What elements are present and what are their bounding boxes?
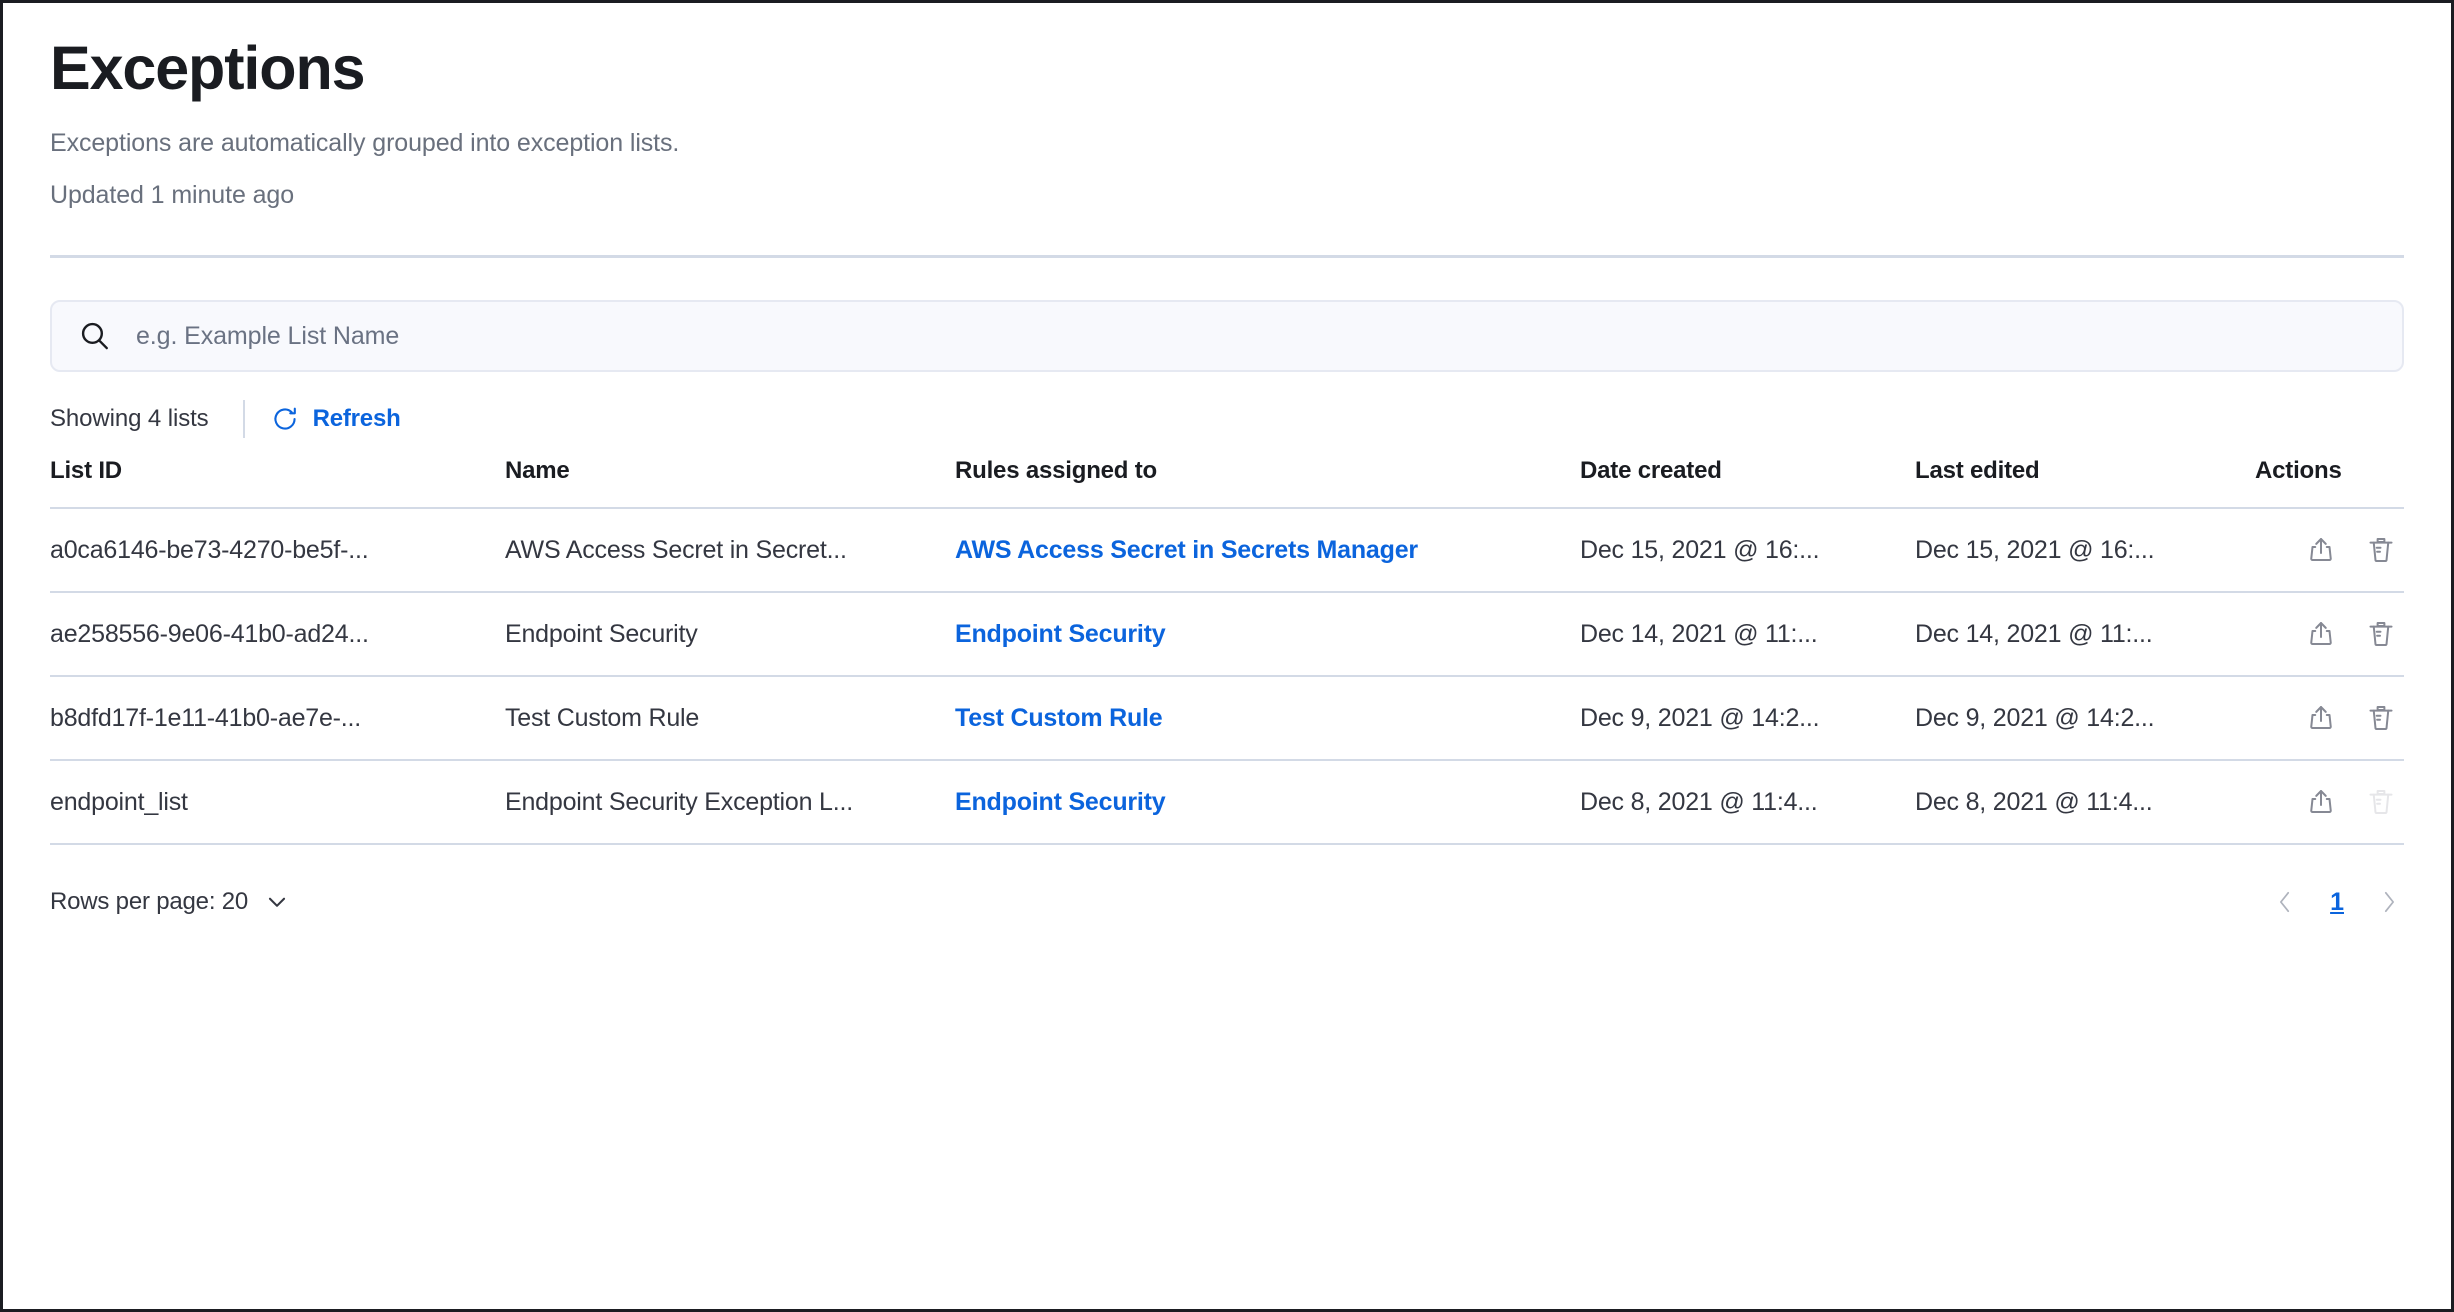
cell-last-edited: Dec 14, 2021 @ 11:... (1915, 592, 2255, 677)
table-header-row: List ID Name Rules assigned to Date crea… (50, 457, 2404, 509)
search-box[interactable] (50, 300, 2404, 372)
refresh-button[interactable]: Refresh (271, 405, 401, 433)
exceptions-table-wrap: List ID Name Rules assigned to Date crea… (50, 457, 2404, 845)
cell-actions (2255, 760, 2404, 845)
cell-actions (2255, 592, 2404, 677)
chevron-right-icon[interactable] (2374, 887, 2404, 917)
pagination-page-1[interactable]: 1 (2324, 888, 2350, 917)
table-row: a0ca6146-be73-4270-be5f-... AWS Access S… (50, 508, 2404, 593)
table-toolbar: Showing 4 lists Refresh (50, 399, 2404, 439)
exceptions-table: List ID Name Rules assigned to Date crea… (50, 457, 2404, 845)
page-subtitle: Exceptions are automatically grouped int… (50, 129, 680, 157)
export-icon[interactable] (2306, 703, 2336, 733)
table-row: endpoint_list Endpoint Security Exceptio… (50, 760, 2404, 845)
cell-date-created: Dec 14, 2021 @ 11:... (1580, 592, 1915, 677)
cell-rules: Endpoint Security (955, 592, 1580, 677)
table-head: List ID Name Rules assigned to Date crea… (50, 457, 2404, 509)
cell-rules: AWS Access Secret in Secrets Manager (955, 508, 1580, 593)
cell-date-created: Dec 9, 2021 @ 14:2... (1580, 676, 1915, 761)
col-header-actions: Actions (2255, 457, 2404, 509)
rule-link[interactable]: Test Custom Rule (955, 704, 1163, 732)
updated-timestamp: Updated 1 minute ago (50, 181, 295, 209)
cell-rules: Endpoint Security (955, 760, 1580, 845)
rule-link[interactable]: AWS Access Secret in Secrets Manager (955, 536, 1418, 564)
cell-last-edited: Dec 8, 2021 @ 11:4... (1915, 760, 2255, 845)
export-icon[interactable] (2306, 535, 2336, 565)
trash-icon (2366, 787, 2396, 817)
page-title: Exceptions (50, 34, 366, 102)
chevron-left-icon[interactable] (2270, 887, 2300, 917)
export-icon[interactable] (2306, 619, 2336, 649)
cell-actions (2255, 676, 2404, 761)
cell-name: Endpoint Security (505, 592, 955, 677)
search-section (50, 300, 2404, 372)
app-window: Exceptions Exceptions are automatically … (0, 0, 2454, 1312)
exceptions-page: Exceptions Exceptions are automatically … (3, 3, 2451, 1309)
table-body: a0ca6146-be73-4270-be5f-... AWS Access S… (50, 508, 2404, 845)
cell-list-id: b8dfd17f-1e11-41b0-ae7e-... (50, 676, 505, 761)
rows-per-page-label: Rows per page: 20 (50, 888, 249, 915)
rule-link[interactable]: Endpoint Security (955, 620, 1166, 648)
cell-name: Test Custom Rule (505, 676, 955, 761)
cell-date-created: Dec 8, 2021 @ 11:4... (1580, 760, 1915, 845)
cell-name: AWS Access Secret in Secret... (505, 508, 955, 593)
col-header-name: Name (505, 457, 955, 509)
table-row: ae258556-9e06-41b0-ad24... Endpoint Secu… (50, 592, 2404, 677)
showing-count: Showing 4 lists (50, 405, 209, 432)
chevron-down-icon (264, 889, 290, 915)
rule-link[interactable]: Endpoint Security (955, 788, 1166, 816)
cell-date-created: Dec 15, 2021 @ 16:... (1580, 508, 1915, 593)
cell-last-edited: Dec 9, 2021 @ 14:2... (1915, 676, 2255, 761)
trash-icon[interactable] (2366, 703, 2396, 733)
trash-icon[interactable] (2366, 535, 2396, 565)
cell-list-id: a0ca6146-be73-4270-be5f-... (50, 508, 505, 593)
col-header-created: Date created (1580, 457, 1915, 509)
page-header: Exceptions Exceptions are automatically … (3, 3, 2451, 212)
pagination: 1 (2270, 887, 2404, 917)
cell-list-id: endpoint_list (50, 760, 505, 845)
cell-list-id: ae258556-9e06-41b0-ad24... (50, 592, 505, 677)
refresh-label: Refresh (312, 405, 401, 432)
col-header-edited: Last edited (1915, 457, 2255, 509)
toolbar-separator (242, 400, 245, 438)
export-icon[interactable] (2306, 787, 2336, 817)
table-row: b8dfd17f-1e11-41b0-ae7e-... Test Custom … (50, 676, 2404, 761)
search-icon (78, 319, 112, 353)
trash-icon[interactable] (2366, 619, 2396, 649)
cell-name: Endpoint Security Exception L... (505, 760, 955, 845)
cell-actions (2255, 508, 2404, 593)
refresh-icon (271, 405, 299, 433)
header-divider (50, 255, 2404, 258)
col-header-rules: Rules assigned to (955, 457, 1580, 509)
rows-per-page-selector[interactable]: Rows per page: 20 (50, 888, 290, 916)
cell-rules: Test Custom Rule (955, 676, 1580, 761)
col-header-list-id: List ID (50, 457, 505, 509)
cell-last-edited: Dec 15, 2021 @ 16:... (1915, 508, 2255, 593)
table-footer: Rows per page: 20 1 (50, 879, 2404, 925)
search-input[interactable] (136, 302, 2402, 370)
